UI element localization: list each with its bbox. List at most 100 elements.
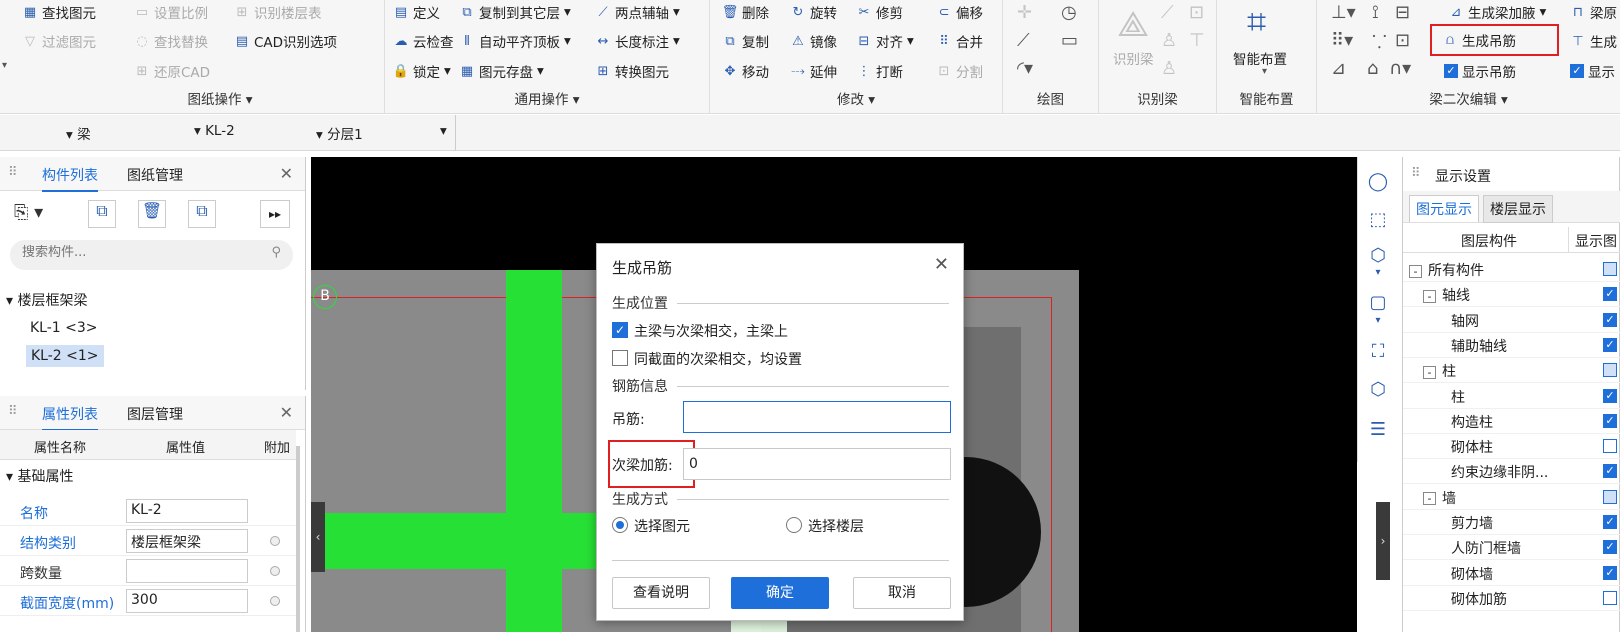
component-search[interactable]: ⚲ — [10, 240, 293, 270]
type-dropdown[interactable]: ▾ 梁 — [66, 123, 91, 143]
identify-tool-icon[interactable]: ⟋ — [1161, 2, 1174, 23]
beam-tool-icon[interactable]: ⟟ — [1372, 2, 1379, 23]
search-input[interactable] — [22, 245, 252, 260]
tab-drawing-management[interactable]: 图纸管理 — [127, 165, 183, 185]
visibility-checkbox[interactable]: ✓ — [1603, 337, 1617, 352]
chevron-down-icon[interactable]: ▾ — [1262, 66, 1267, 77]
tree-row[interactable]: 约束边缘非阴... ✓ — [1403, 459, 1620, 485]
secondary-beam-rebar-input[interactable]: 0 — [683, 448, 951, 480]
tree-row[interactable]: 柱 ✓ — [1403, 384, 1620, 409]
visibility-checkbox[interactable]: ✓ — [1603, 287, 1617, 302]
tree-group[interactable]: ▾ 楼层框架梁 — [6, 290, 87, 310]
arc-icon[interactable]: ◜▾ — [1017, 58, 1033, 79]
drag-handle-icon[interactable]: ⠿ — [1411, 166, 1421, 181]
identify-tool-icon[interactable]: ♙ — [1161, 30, 1177, 51]
list-item[interactable]: KL-1 <3> — [30, 320, 98, 336]
delete-component-icon[interactable]: 🗑 — [138, 200, 166, 228]
visibility-checkbox[interactable]: ✓ — [1603, 413, 1617, 428]
trim-button[interactable]: ✂ 修剪 — [856, 2, 903, 23]
circle-draw-icon[interactable]: ◷ — [1061, 2, 1077, 23]
select-floor-radio[interactable] — [786, 517, 802, 533]
length-dimension-button[interactable]: ↔ 长度标注 ▾ — [595, 31, 680, 51]
identify-tool-icon[interactable]: ⊤ — [1189, 30, 1205, 51]
cloud-check-button[interactable]: ☁ 云检查 — [393, 31, 454, 52]
property-value[interactable]: 楼层框架梁 — [126, 529, 248, 553]
element-save-button[interactable]: ▦ 图元存盘 ▾ — [459, 61, 544, 81]
define-button[interactable]: ▤ 定义 — [393, 2, 440, 23]
visibility-checkbox[interactable]: ✓ — [1603, 515, 1617, 529]
list-item-selected[interactable]: KL-2 <1> — [26, 345, 104, 367]
delete-button[interactable]: 🗑 删除 — [722, 2, 769, 23]
radio-dot[interactable] — [270, 596, 280, 606]
identify-beam-icon[interactable]: ⟁ — [1117, 4, 1149, 46]
mirror-button[interactable]: ⚠ 镜像 — [790, 31, 837, 52]
properties-view-icon[interactable]: ☰ — [1366, 419, 1390, 443]
lock-button[interactable]: 🔒 锁定 ▾ — [393, 61, 451, 81]
identify-tool-icon[interactable]: ⊡ — [1189, 2, 1204, 23]
generate-beam-haunch-button[interactable]: ⊿ 生成梁加腋 ▾ — [1448, 2, 1547, 22]
smart-layout-icon[interactable]: ⌗ — [1247, 2, 1266, 42]
tree-row[interactable]: 构造柱 ✓ — [1403, 409, 1620, 434]
visibility-checkbox[interactable]: ✓ — [1603, 464, 1617, 479]
tree-row[interactable]: 轴网 ✓ — [1403, 308, 1620, 333]
show-hanger-checkbox[interactable]: ✓ 显示吊筋 — [1444, 61, 1516, 81]
visibility-checkbox[interactable]: ✓ — [1603, 388, 1617, 403]
align-button[interactable]: ⊟ 对齐 ▾ — [856, 31, 914, 51]
3d-view-icon[interactable]: ⬚ — [1366, 209, 1390, 233]
tree-row[interactable]: - 轴线 ✓ — [1403, 282, 1620, 308]
radio-dot[interactable] — [270, 566, 280, 576]
close-icon[interactable]: ✕ — [934, 254, 949, 275]
scrollbar[interactable] — [296, 446, 300, 632]
more-icon[interactable]: ▸▸ — [260, 200, 290, 228]
restore-cad-button[interactable]: ⊞ 还原CAD — [134, 61, 211, 82]
property-value[interactable] — [126, 559, 248, 583]
help-button[interactable]: 查看说明 — [612, 577, 710, 609]
chevron-down-icon[interactable]: ▾ — [1366, 315, 1390, 339]
two-point-axis-button[interactable]: ⟋ 两点辅轴 ▾ — [595, 2, 679, 22]
find-element-button[interactable]: ▦ 查找图元 — [22, 2, 96, 23]
filter-element-button[interactable]: ▽ 过滤图元 — [22, 31, 96, 52]
beam-original-button[interactable]: ⊓ 梁原 — [1570, 2, 1617, 23]
cancel-button[interactable]: 取消 — [853, 577, 951, 609]
identify-beam-button[interactable]: 识别梁 — [1113, 48, 1154, 68]
identify-floor-table-button[interactable]: ⊞ 识别楼层表 — [234, 2, 322, 23]
tab-element-display[interactable]: 图元显示 — [1409, 195, 1479, 222]
beam-tool-icon[interactable]: ∩▾ — [1389, 58, 1411, 79]
visibility-checkbox[interactable]: ✓ — [1603, 565, 1617, 580]
beam-tool-icon[interactable]: ⠿▾ — [1331, 30, 1353, 51]
tree-row[interactable]: - 所有构件 — [1403, 257, 1620, 282]
search-icon[interactable]: ⚲ — [271, 245, 281, 260]
ok-button[interactable]: 确定 — [731, 577, 829, 609]
visibility-checkbox[interactable] — [1603, 590, 1617, 605]
radio-dot[interactable] — [270, 536, 280, 546]
property-value[interactable]: KL-2 — [126, 499, 248, 523]
beam-vertical[interactable] — [506, 270, 562, 632]
tree-row[interactable]: 砌体柱 — [1403, 434, 1620, 460]
visibility-checkbox[interactable] — [1603, 439, 1617, 454]
hanger-input[interactable] — [683, 401, 951, 433]
move-button[interactable]: ✥ 移动 — [722, 61, 769, 82]
auto-align-button[interactable]: ⫴ 自动平齐顶板 ▾ — [459, 31, 571, 51]
visibility-checkbox[interactable]: ✓ — [1603, 312, 1617, 327]
box-view-icon[interactable]: ▢ — [1366, 292, 1390, 316]
generate-hanger-bar-button[interactable]: ⩍ 生成吊筋 — [1430, 24, 1559, 56]
chevron-down-icon[interactable]: ▾ — [2, 60, 7, 71]
opt-main-beam-checkbox[interactable]: ✓ — [612, 322, 628, 338]
fit-view-icon[interactable]: ⛶ — [1366, 341, 1390, 365]
tab-component-list[interactable]: 构件列表 — [42, 165, 98, 192]
duplicate-component-icon[interactable]: ⧉ — [188, 200, 216, 228]
split-button[interactable]: ⊡ 分割 — [936, 61, 983, 82]
offset-button[interactable]: ⊂ 偏移 — [936, 2, 983, 23]
copy-component-icon[interactable]: ⧉ — [88, 200, 116, 228]
close-icon[interactable]: ✕ — [280, 164, 293, 183]
cad-options-button[interactable]: ▤ CAD识别选项 — [234, 31, 337, 52]
set-scale-button[interactable]: ▭ 设置比例 — [134, 2, 208, 23]
point-icon[interactable]: ✛ — [1017, 2, 1032, 23]
collapse-toggle[interactable]: - — [1423, 365, 1436, 379]
extend-button[interactable]: ⤏ 延伸 — [790, 61, 837, 82]
collapse-right-handle[interactable]: › — [1376, 502, 1390, 580]
tab-floor-display[interactable]: 楼层显示 — [1483, 195, 1553, 223]
tree-row[interactable]: 砌体加筋 — [1403, 586, 1620, 611]
convert-element-button[interactable]: ⊞ 转换图元 — [595, 61, 669, 82]
beam-tool-icon[interactable]: ⊥▾ — [1331, 2, 1356, 23]
